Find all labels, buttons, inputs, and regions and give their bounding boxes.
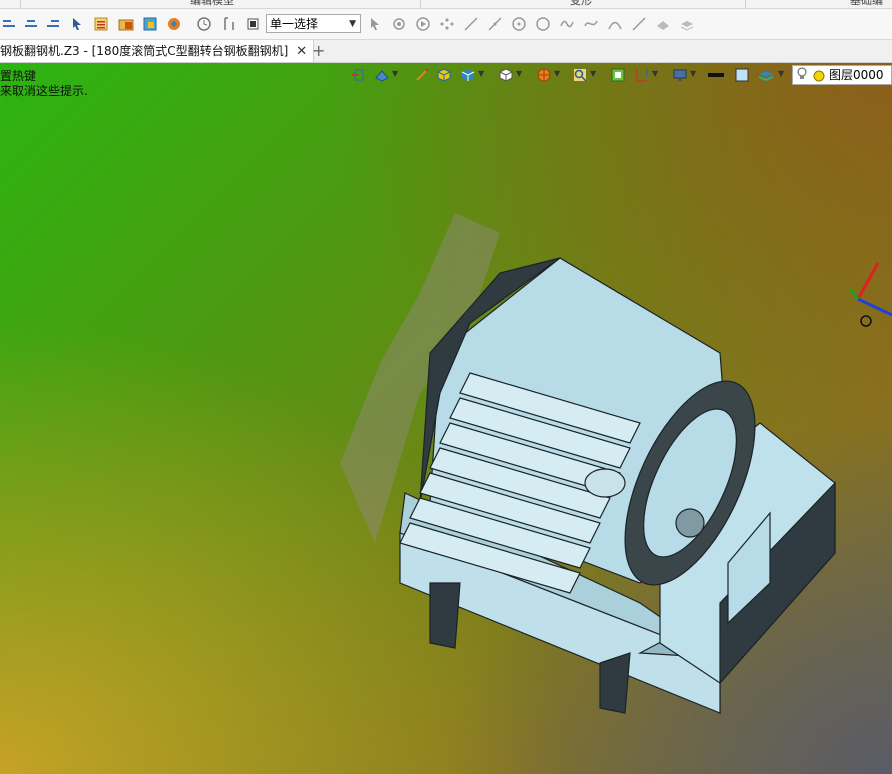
main-toolbar: 单一选择 ▼ xyxy=(0,9,892,40)
layers-gear-icon[interactable] xyxy=(165,15,183,33)
align-right-icon[interactable] xyxy=(44,15,62,33)
surface-icon[interactable] xyxy=(654,15,672,33)
3d-viewport[interactable]: 置热键 来取消这些提示. ▼ ▼ ▼ ▼ ▼ ▼ ▼ ▼ 图层0000 xyxy=(0,63,892,774)
tab-label: 钢板翻钢机.Z3 - [180度滚筒式C型翻转台钢板翻钢机] xyxy=(0,44,289,58)
close-icon[interactable]: ✕ xyxy=(296,41,307,63)
ribbon-group-edit-model[interactable]: 编辑模型 xyxy=(190,0,234,8)
ribbon-strip: 编辑模型 变形 基础编辑 xyxy=(0,0,892,9)
selection-mode-value: 单一选择 xyxy=(270,17,319,31)
history-icon[interactable] xyxy=(195,15,213,33)
ribbon-separator xyxy=(420,0,421,8)
pen-line-icon[interactable] xyxy=(630,15,648,33)
document-tab-bar: 钢板翻钢机.Z3 - [180度滚筒式C型翻转台钢板翻钢机] ✕ + xyxy=(0,40,892,63)
chevron-down-icon: ▼ xyxy=(349,19,356,29)
ribbon-separator xyxy=(745,0,746,8)
curve-icon[interactable] xyxy=(582,15,600,33)
list-icon[interactable] xyxy=(92,15,110,33)
align-center-icon[interactable] xyxy=(22,15,40,33)
stack-icon[interactable] xyxy=(678,15,696,33)
axis-triad xyxy=(848,262,892,327)
circle-icon[interactable] xyxy=(534,15,552,33)
spline-icon[interactable] xyxy=(558,15,576,33)
image-file-icon[interactable] xyxy=(141,15,159,33)
align-left-icon[interactable] xyxy=(0,15,18,33)
ribbon-group-deform[interactable]: 变形 xyxy=(570,0,592,8)
line-icon[interactable] xyxy=(462,15,480,33)
tab-document[interactable]: 钢板翻钢机.Z3 - [180度滚筒式C型翻转台钢板翻钢机] ✕ xyxy=(0,40,315,63)
ribbon-separator xyxy=(20,0,21,8)
stop-icon[interactable] xyxy=(244,15,262,33)
folder-icon[interactable] xyxy=(117,15,135,33)
points-icon[interactable] xyxy=(438,15,456,33)
arc-icon[interactable] xyxy=(606,15,624,33)
add-tab-icon[interactable]: + xyxy=(312,40,325,62)
ribbon-group-basic-edit[interactable]: 基础编辑 xyxy=(850,0,892,8)
filter-bracket-icon[interactable] xyxy=(220,15,238,33)
line-point-icon[interactable] xyxy=(486,15,504,33)
selection-mode-dropdown[interactable]: 单一选择 ▼ xyxy=(266,14,361,33)
play-icon[interactable] xyxy=(414,15,432,33)
model-canvas xyxy=(340,213,892,715)
flipper-model xyxy=(399,257,836,715)
circle-point-icon[interactable] xyxy=(510,15,528,33)
pointer-icon[interactable] xyxy=(68,15,86,33)
pick-filter-icon[interactable] xyxy=(390,15,408,33)
select-pointer-icon[interactable] xyxy=(366,15,384,33)
